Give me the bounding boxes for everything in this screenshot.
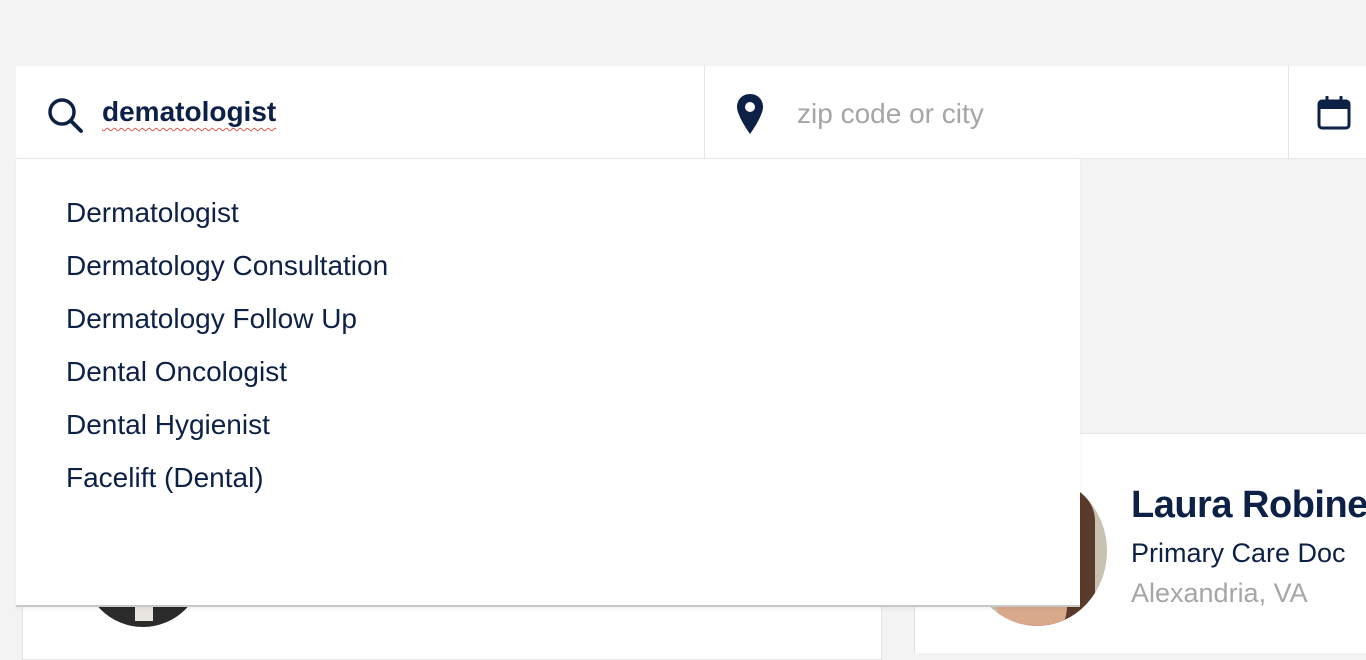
location-input[interactable] — [797, 94, 1257, 134]
suggestions-dropdown: Dermatologist Dermatology Consultation D… — [16, 159, 1080, 607]
map-placeholder — [1080, 159, 1366, 432]
location-field[interactable] — [705, 66, 1289, 159]
search-icon — [48, 98, 83, 133]
search-input[interactable]: dematologist — [102, 96, 276, 128]
map-pin-icon — [737, 94, 763, 134]
query-field[interactable]: dematologist — [16, 66, 705, 159]
search-bar: dematologist — [16, 66, 1366, 159]
date-field[interactable] — [1289, 66, 1366, 159]
provider-name[interactable]: Laura Robinet — [1131, 484, 1366, 527]
provider-location: Alexandria, VA — [1131, 578, 1308, 608]
suggestion-item[interactable]: Facelift (Dental) — [16, 446, 1080, 510]
calendar-icon — [1317, 96, 1351, 130]
provider-specialty: Primary Care Doc — [1131, 538, 1346, 568]
